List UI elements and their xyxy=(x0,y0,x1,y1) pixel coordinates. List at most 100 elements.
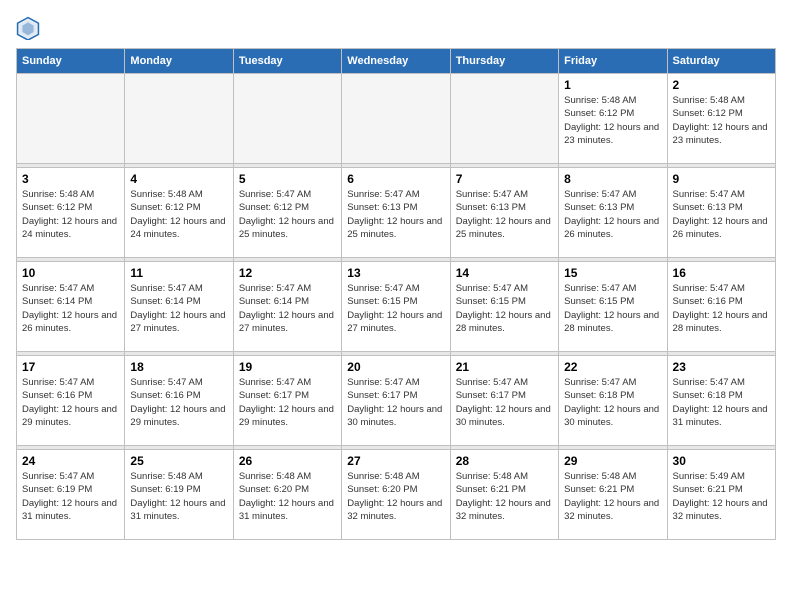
day-info: Sunrise: 5:48 AM Sunset: 6:12 PM Dayligh… xyxy=(130,188,227,241)
day-info: Sunrise: 5:47 AM Sunset: 6:16 PM Dayligh… xyxy=(130,376,227,429)
calendar-cell: 24 Sunrise: 5:47 AM Sunset: 6:19 PM Dayli… xyxy=(17,450,125,540)
calendar-cell: 10 Sunrise: 5:47 AM Sunset: 6:14 PM Dayli… xyxy=(17,262,125,352)
calendar-body: 1 Sunrise: 5:48 AM Sunset: 6:12 PM Daylig… xyxy=(17,74,776,540)
day-info: Sunrise: 5:47 AM Sunset: 6:15 PM Dayligh… xyxy=(564,282,661,335)
calendar-cell: 25 Sunrise: 5:48 AM Sunset: 6:19 PM Dayli… xyxy=(125,450,233,540)
calendar-cell: 15Sunrise: 5:47 AM Sunset: 6:15 PM Dayli… xyxy=(559,262,667,352)
day-number: 9 xyxy=(673,172,770,186)
calendar-cell: 1 Sunrise: 5:48 AM Sunset: 6:12 PM Daylig… xyxy=(559,74,667,164)
day-number: 17 xyxy=(22,360,119,374)
day-number: 30 xyxy=(673,454,770,468)
calendar-cell: 28Sunrise: 5:48 AM Sunset: 6:21 PM Dayli… xyxy=(450,450,558,540)
calendar-cell: 22Sunrise: 5:47 AM Sunset: 6:18 PM Dayli… xyxy=(559,356,667,446)
day-number: 21 xyxy=(456,360,553,374)
day-info: Sunrise: 5:47 AM Sunset: 6:14 PM Dayligh… xyxy=(239,282,336,335)
calendar-cell: 23 Sunrise: 5:47 AM Sunset: 6:18 PM Dayli… xyxy=(667,356,775,446)
day-info: Sunrise: 5:47 AM Sunset: 6:13 PM Dayligh… xyxy=(673,188,770,241)
calendar-cell: 2 Sunrise: 5:48 AM Sunset: 6:12 PM Daylig… xyxy=(667,74,775,164)
day-info: Sunrise: 5:47 AM Sunset: 6:12 PM Dayligh… xyxy=(239,188,336,241)
calendar-week: 17 Sunrise: 5:47 AM Sunset: 6:16 PM Dayli… xyxy=(17,356,776,446)
calendar-cell xyxy=(450,74,558,164)
calendar-cell: 6 Sunrise: 5:47 AM Sunset: 6:13 PM Daylig… xyxy=(342,168,450,258)
day-number: 27 xyxy=(347,454,444,468)
logo-icon xyxy=(16,16,40,40)
calendar-cell: 14 Sunrise: 5:47 AM Sunset: 6:15 PM Dayli… xyxy=(450,262,558,352)
day-number: 7 xyxy=(456,172,553,186)
calendar-cell: 26 Sunrise: 5:48 AM Sunset: 6:20 PM Dayli… xyxy=(233,450,341,540)
calendar-cell: 29 Sunrise: 5:48 AM Sunset: 6:21 PM Dayli… xyxy=(559,450,667,540)
day-info: Sunrise: 5:48 AM Sunset: 6:21 PM Dayligh… xyxy=(564,470,661,523)
day-number: 19 xyxy=(239,360,336,374)
day-info: Sunrise: 5:48 AM Sunset: 6:19 PM Dayligh… xyxy=(130,470,227,523)
calendar-cell: 8 Sunrise: 5:47 AM Sunset: 6:13 PM Daylig… xyxy=(559,168,667,258)
day-number: 14 xyxy=(456,266,553,280)
day-info: Sunrise: 5:47 AM Sunset: 6:13 PM Dayligh… xyxy=(347,188,444,241)
calendar-cell: 7 Sunrise: 5:47 AM Sunset: 6:13 PM Daylig… xyxy=(450,168,558,258)
day-info: Sunrise: 5:47 AM Sunset: 6:15 PM Dayligh… xyxy=(347,282,444,335)
day-number: 13 xyxy=(347,266,444,280)
calendar-week: 24 Sunrise: 5:47 AM Sunset: 6:19 PM Dayli… xyxy=(17,450,776,540)
logo xyxy=(16,16,44,40)
calendar-week: 10 Sunrise: 5:47 AM Sunset: 6:14 PM Dayli… xyxy=(17,262,776,352)
calendar-cell: 12 Sunrise: 5:47 AM Sunset: 6:14 PM Dayli… xyxy=(233,262,341,352)
day-number: 11 xyxy=(130,266,227,280)
day-info: Sunrise: 5:48 AM Sunset: 6:12 PM Dayligh… xyxy=(564,94,661,147)
day-info: Sunrise: 5:48 AM Sunset: 6:12 PM Dayligh… xyxy=(673,94,770,147)
day-info: Sunrise: 5:47 AM Sunset: 6:15 PM Dayligh… xyxy=(456,282,553,335)
weekday-header: Sunday xyxy=(17,49,125,74)
calendar-cell: 16Sunrise: 5:47 AM Sunset: 6:16 PM Dayli… xyxy=(667,262,775,352)
day-number: 12 xyxy=(239,266,336,280)
day-number: 25 xyxy=(130,454,227,468)
calendar-week: 3Sunrise: 5:48 AM Sunset: 6:12 PM Daylig… xyxy=(17,168,776,258)
calendar-cell: 9 Sunrise: 5:47 AM Sunset: 6:13 PM Daylig… xyxy=(667,168,775,258)
calendar: SundayMondayTuesdayWednesdayThursdayFrid… xyxy=(16,48,776,540)
weekday-header: Monday xyxy=(125,49,233,74)
day-info: Sunrise: 5:47 AM Sunset: 6:16 PM Dayligh… xyxy=(22,376,119,429)
calendar-cell: 30 Sunrise: 5:49 AM Sunset: 6:21 PM Dayli… xyxy=(667,450,775,540)
day-info: Sunrise: 5:47 AM Sunset: 6:13 PM Dayligh… xyxy=(456,188,553,241)
day-number: 29 xyxy=(564,454,661,468)
day-info: Sunrise: 5:47 AM Sunset: 6:14 PM Dayligh… xyxy=(22,282,119,335)
day-info: Sunrise: 5:48 AM Sunset: 6:20 PM Dayligh… xyxy=(239,470,336,523)
weekday-header: Saturday xyxy=(667,49,775,74)
calendar-cell: 4Sunrise: 5:48 AM Sunset: 6:12 PM Daylig… xyxy=(125,168,233,258)
calendar-cell xyxy=(233,74,341,164)
weekday-header: Wednesday xyxy=(342,49,450,74)
day-info: Sunrise: 5:47 AM Sunset: 6:16 PM Dayligh… xyxy=(673,282,770,335)
day-info: Sunrise: 5:47 AM Sunset: 6:18 PM Dayligh… xyxy=(564,376,661,429)
calendar-cell xyxy=(342,74,450,164)
calendar-cell: 21 Sunrise: 5:47 AM Sunset: 6:17 PM Dayli… xyxy=(450,356,558,446)
day-number: 24 xyxy=(22,454,119,468)
day-number: 26 xyxy=(239,454,336,468)
calendar-header: SundayMondayTuesdayWednesdayThursdayFrid… xyxy=(17,49,776,74)
day-info: Sunrise: 5:48 AM Sunset: 6:20 PM Dayligh… xyxy=(347,470,444,523)
calendar-cell xyxy=(17,74,125,164)
calendar-cell: 27 Sunrise: 5:48 AM Sunset: 6:20 PM Dayli… xyxy=(342,450,450,540)
day-info: Sunrise: 5:47 AM Sunset: 6:18 PM Dayligh… xyxy=(673,376,770,429)
day-number: 5 xyxy=(239,172,336,186)
weekday-header: Thursday xyxy=(450,49,558,74)
page-header xyxy=(16,16,776,40)
day-info: Sunrise: 5:47 AM Sunset: 6:17 PM Dayligh… xyxy=(347,376,444,429)
day-number: 18 xyxy=(130,360,227,374)
day-info: Sunrise: 5:47 AM Sunset: 6:17 PM Dayligh… xyxy=(456,376,553,429)
day-number: 20 xyxy=(347,360,444,374)
day-info: Sunrise: 5:49 AM Sunset: 6:21 PM Dayligh… xyxy=(673,470,770,523)
weekday-header: Friday xyxy=(559,49,667,74)
calendar-week: 1 Sunrise: 5:48 AM Sunset: 6:12 PM Daylig… xyxy=(17,74,776,164)
day-number: 10 xyxy=(22,266,119,280)
day-info: Sunrise: 5:47 AM Sunset: 6:14 PM Dayligh… xyxy=(130,282,227,335)
calendar-cell: 18 Sunrise: 5:47 AM Sunset: 6:16 PM Dayli… xyxy=(125,356,233,446)
day-number: 23 xyxy=(673,360,770,374)
day-info: Sunrise: 5:47 AM Sunset: 6:19 PM Dayligh… xyxy=(22,470,119,523)
day-number: 6 xyxy=(347,172,444,186)
calendar-cell: 3Sunrise: 5:48 AM Sunset: 6:12 PM Daylig… xyxy=(17,168,125,258)
day-info: Sunrise: 5:48 AM Sunset: 6:12 PM Dayligh… xyxy=(22,188,119,241)
day-info: Sunrise: 5:47 AM Sunset: 6:13 PM Dayligh… xyxy=(564,188,661,241)
day-number: 8 xyxy=(564,172,661,186)
calendar-cell: 11 Sunrise: 5:47 AM Sunset: 6:14 PM Dayli… xyxy=(125,262,233,352)
day-info: Sunrise: 5:48 AM Sunset: 6:21 PM Dayligh… xyxy=(456,470,553,523)
day-number: 2 xyxy=(673,78,770,92)
day-number: 1 xyxy=(564,78,661,92)
day-info: Sunrise: 5:47 AM Sunset: 6:17 PM Dayligh… xyxy=(239,376,336,429)
